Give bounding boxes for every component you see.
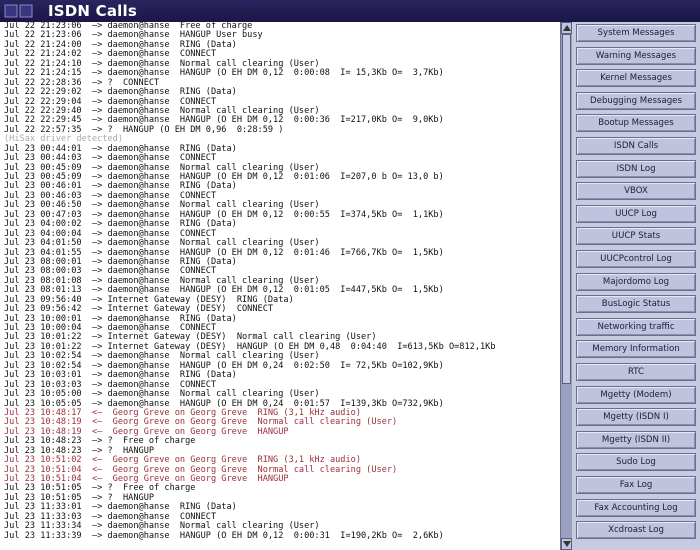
buslogic-status-button[interactable]: BusLogic Status	[576, 295, 696, 314]
mgetty-isdn-1-button[interactable]: Mgetty (ISDN I)	[576, 408, 696, 427]
memory-information-button[interactable]: Memory Information	[576, 340, 696, 359]
mgetty-modem-button[interactable]: Mgetty (Modem)	[576, 385, 696, 404]
kernel-messages-button[interactable]: Kernel Messages	[576, 69, 696, 88]
app-window: ISDN Calls Jul 22 21:23:06 —> daemon@han…	[0, 0, 700, 550]
fax-accounting-log-button[interactable]: Fax Accounting Log	[576, 498, 696, 517]
networking-traffic-button[interactable]: Networking traffic	[576, 317, 696, 336]
arrow-down-icon	[562, 541, 571, 547]
isdn-calls-button[interactable]: ISDN Calls	[576, 137, 696, 155]
log-selector-panel: System Messages Warning Messages Kernel Me…	[572, 22, 700, 550]
scroll-down-button[interactable]	[561, 538, 572, 550]
warning-messages-button[interactable]: Warning Messages	[576, 46, 696, 65]
call-log-view[interactable]: Jul 22 21:23:06 —> daemon@hanse Free of …	[0, 22, 560, 550]
window-menu-icon[interactable]	[4, 3, 34, 19]
bootup-messages-button[interactable]: Bootup Messages	[576, 114, 696, 133]
system-messages-button[interactable]: System Messages	[576, 24, 696, 42]
isdn-log-button[interactable]: ISDN Log	[576, 159, 696, 178]
xcdroast-log-button[interactable]: Xcdroast Log	[576, 521, 696, 540]
scroll-up-button[interactable]	[561, 22, 572, 34]
fax-log-button[interactable]: Fax Log	[576, 476, 696, 494]
vbox-button[interactable]: VBOX	[576, 182, 696, 201]
uucpcontrol-log-button[interactable]: UUCPcontrol Log	[576, 250, 696, 268]
arrow-up-icon	[562, 25, 571, 31]
mgetty-isdn-2-button[interactable]: Mgetty (ISDN II)	[576, 430, 696, 449]
debugging-messages-button[interactable]: Debugging Messages	[576, 91, 696, 110]
uucp-stats-button[interactable]: UUCP Stats	[576, 227, 696, 246]
uucp-log-button[interactable]: UUCP Log	[576, 204, 696, 223]
log-scrollbar[interactable]	[560, 22, 572, 550]
rtc-button[interactable]: RTC	[576, 363, 696, 381]
title-bar[interactable]: ISDN Calls	[0, 0, 700, 22]
majordomo-log-button[interactable]: Majordomo Log	[576, 272, 696, 291]
scroll-thumb[interactable]	[562, 34, 571, 384]
sudo-log-button[interactable]: Sudo Log	[576, 453, 696, 472]
window-title: ISDN Calls	[48, 2, 137, 20]
log-line: Jul 23 11:33:39 —> daemon@hanse HANGUP (…	[4, 530, 444, 541]
